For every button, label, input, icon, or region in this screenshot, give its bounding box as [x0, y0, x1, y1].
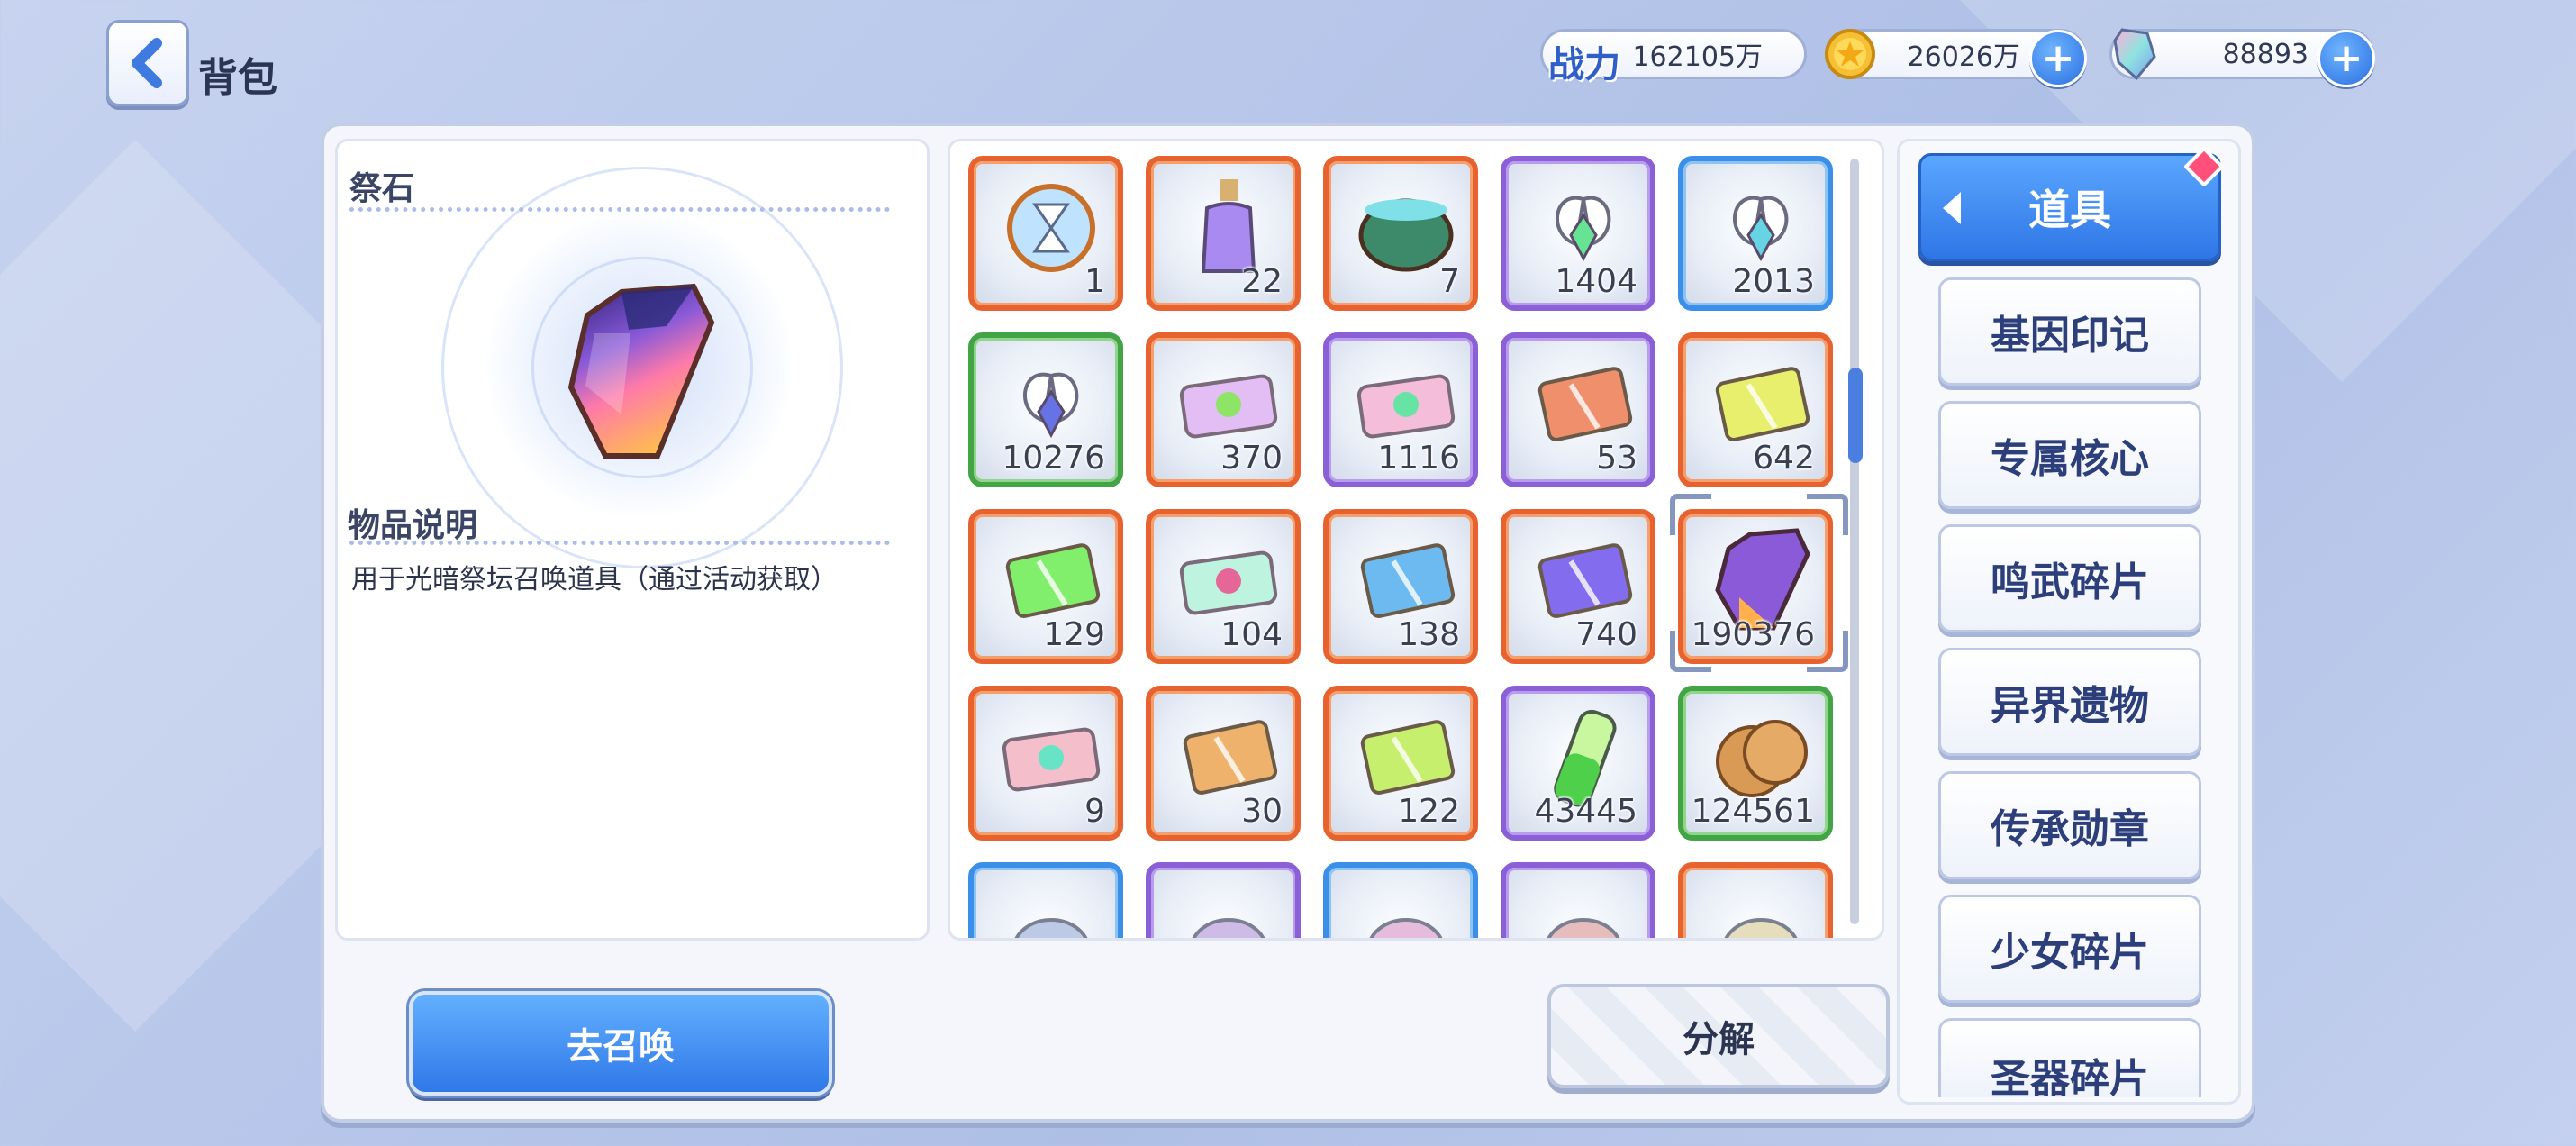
- category-label: 异界遗物: [1991, 683, 2149, 729]
- plus-icon: +: [2041, 35, 2075, 81]
- item-quantity: 10276: [1002, 440, 1105, 477]
- item-quantity: 124561: [1691, 793, 1815, 830]
- caret-left-icon: [1943, 192, 1961, 224]
- category-label: 道具: [2028, 186, 2111, 234]
- item-slot[interactable]: 10276: [968, 332, 1123, 487]
- item-slot[interactable]: 138: [1323, 509, 1478, 664]
- item-quantity: 138: [1398, 616, 1460, 653]
- item-description: 用于光暗祭坛召唤道具（通过活动获取）: [351, 564, 838, 596]
- category-label: 基因印记: [1991, 313, 2149, 359]
- item-quantity: 1: [1084, 263, 1105, 300]
- category-button[interactable]: 传承勋章: [1938, 771, 2201, 879]
- selection-corner: [1807, 631, 1848, 672]
- category-button[interactable]: 专属核心: [1938, 401, 2201, 509]
- item-slot[interactable]: 22: [1146, 156, 1301, 311]
- red-diamond-badge-icon: [2184, 147, 2224, 186]
- item-slot[interactable]: 370: [1146, 332, 1301, 487]
- item-slot[interactable]: 1404: [1501, 156, 1655, 311]
- item-quantity: 122: [1398, 793, 1460, 830]
- category-label: 专属核心: [1991, 436, 2149, 482]
- category-label: 圣器碎片: [1991, 1056, 2149, 1102]
- item-quantity: 129: [1043, 616, 1105, 653]
- item-quantity: 740: [1575, 616, 1637, 653]
- selection-corner: [1807, 494, 1848, 535]
- plus-icon: +: [2329, 35, 2363, 81]
- item-quantity: 2013: [1732, 263, 1815, 300]
- item-quantity: 370: [1220, 440, 1283, 477]
- item-slot[interactable]: [1678, 862, 1833, 938]
- item-slot[interactable]: 43445: [1501, 686, 1655, 841]
- item-slot[interactable]: 122: [1323, 686, 1478, 841]
- item-slot[interactable]: 642: [1678, 332, 1833, 487]
- category-label: 传承勋章: [1991, 806, 2149, 852]
- item-quantity: 7: [1439, 263, 1460, 300]
- chevron-left-icon: [132, 38, 162, 88]
- item-quantity: 642: [1753, 440, 1815, 477]
- gold-value: 26026万: [1907, 41, 2020, 73]
- item-quantity: 22: [1241, 263, 1283, 300]
- category-button[interactable]: 少女碎片: [1938, 895, 2201, 1003]
- item-quantity: 53: [1596, 440, 1637, 477]
- add-gold-button[interactable]: +: [2029, 30, 2087, 87]
- item-slot[interactable]: [1501, 862, 1655, 938]
- item-quantity: 104: [1220, 616, 1283, 653]
- category-button[interactable]: 异界遗物: [1938, 648, 2201, 756]
- grid-scrollbar-thumb[interactable]: [1848, 368, 1863, 463]
- item-quantity: 1116: [1377, 440, 1460, 477]
- item-slot[interactable]: 104: [1146, 509, 1301, 664]
- gold-coin-icon: [1822, 26, 1878, 82]
- item-slot[interactable]: 740: [1501, 509, 1655, 664]
- item-slot[interactable]: 1116: [1323, 332, 1478, 487]
- item-quantity: 1404: [1555, 263, 1637, 300]
- item-slot[interactable]: 124561: [1678, 686, 1833, 841]
- item-name: 祭石: [349, 170, 415, 207]
- description-title: 物品说明: [348, 507, 478, 544]
- item-slot[interactable]: [968, 862, 1123, 938]
- item-slot[interactable]: [1146, 862, 1301, 938]
- selection-corner: [1670, 631, 1711, 672]
- item-slot[interactable]: 129: [968, 509, 1123, 664]
- item-quantity: 43445: [1534, 793, 1637, 830]
- item-slot[interactable]: 30: [1146, 686, 1301, 841]
- decompose-button[interactable]: 分解: [1547, 984, 1890, 1088]
- power-display: 战力 162105万: [1540, 29, 1807, 86]
- grid-scrollbar-track[interactable]: [1850, 159, 1859, 924]
- category-button[interactable]: 圣器碎片: [1938, 1018, 2201, 1102]
- gem-value: 88893: [2222, 38, 2308, 70]
- power-label: 战力: [1548, 44, 1620, 86]
- item-slot[interactable]: [1323, 862, 1478, 938]
- sacrifice-stone-icon: [567, 283, 715, 459]
- gem-display: 88893 +: [2107, 26, 2375, 87]
- category-label: 少女碎片: [1991, 930, 2149, 976]
- item-grid: 1 22 7 1404 2013 10276 370 1116 53 642 129 104 138 74…: [948, 139, 1884, 941]
- item-slot[interactable]: 2013: [1678, 156, 1833, 311]
- back-button[interactable]: [106, 20, 189, 106]
- category-label: 鸣武碎片: [1991, 559, 2149, 605]
- selection-corner: [1670, 494, 1711, 535]
- category-tab-active[interactable]: 道具: [1918, 147, 2224, 261]
- item-slot[interactable]: 9: [968, 686, 1123, 841]
- item-quantity: 30: [1241, 793, 1283, 830]
- category-button[interactable]: 基因印记: [1938, 277, 2201, 386]
- item-slot[interactable]: 1: [968, 156, 1123, 311]
- page-title: 背包: [198, 55, 277, 101]
- item-slot[interactable]: 7: [1323, 156, 1478, 311]
- gem-icon: [2107, 26, 2163, 82]
- item-slot[interactable]: 53: [1501, 332, 1655, 487]
- category-button[interactable]: 鸣武碎片: [1938, 524, 2201, 632]
- item-quantity: 9: [1084, 793, 1105, 830]
- add-gem-button[interactable]: +: [2317, 30, 2375, 87]
- summon-button[interactable]: 去召唤: [409, 991, 832, 1096]
- power-value: 162105万: [1632, 41, 1763, 73]
- gold-display: 26026万 +: [1822, 26, 2087, 87]
- divider: [349, 541, 890, 545]
